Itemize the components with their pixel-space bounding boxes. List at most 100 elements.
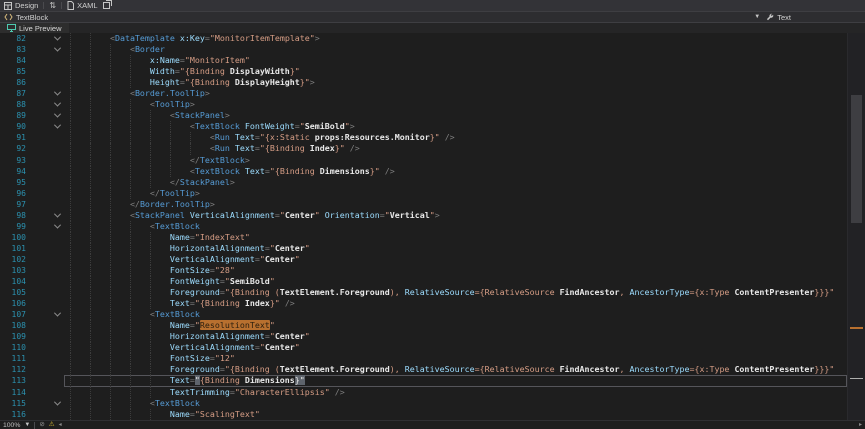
code-line-text[interactable]: FontSize="28" (64, 265, 847, 276)
code-line-text[interactable]: <TextBlock (64, 221, 847, 232)
code-line[interactable]: 94 <TextBlock Text="{Binding Dimensions}"… (0, 166, 847, 177)
code-line[interactable]: 86Height="{Binding DisplayHeight}"> (0, 77, 847, 88)
code-line-text[interactable]: FontWeight="SemiBold" (64, 276, 847, 287)
line-number[interactable]: 112 (0, 364, 28, 375)
code-line[interactable]: 100 Name="IndexText" (0, 232, 847, 243)
breakpoint-margin[interactable] (28, 143, 50, 154)
code-line[interactable]: 93</TextBlock> (0, 155, 847, 166)
breakpoint-margin[interactable] (28, 210, 50, 221)
line-number[interactable]: 100 (0, 232, 28, 243)
breakpoint-margin[interactable] (28, 66, 50, 77)
line-number[interactable]: 92 (0, 143, 28, 154)
code-line[interactable]: 101HorizontalAlignment="Center" (0, 243, 847, 254)
breakpoint-margin[interactable] (28, 99, 50, 110)
breakpoint-margin[interactable] (28, 155, 50, 166)
line-number[interactable]: 113 (0, 375, 28, 386)
code-line[interactable]: 92 <Run Text="{Binding Index}" /> (0, 143, 847, 154)
code-line[interactable]: 84 x:Name="MonitorItem" (0, 55, 847, 66)
fold-chevron-icon[interactable] (50, 121, 64, 132)
breakpoint-margin[interactable] (28, 132, 50, 143)
line-number[interactable]: 110 (0, 342, 28, 353)
code-line-text[interactable]: x:Name="MonitorItem" (64, 55, 847, 66)
live-preview-tab[interactable]: Live Preview (0, 23, 69, 33)
code-line[interactable]: 95</StackPanel> (0, 177, 847, 188)
breakpoint-margin[interactable] (28, 353, 50, 364)
code-line-text[interactable]: <DataTemplate x:Key="MonitorItemTemplate… (64, 33, 847, 44)
code-line-text[interactable]: <Run Text="{Binding Index}" /> (64, 143, 847, 154)
breakpoint-margin[interactable] (28, 398, 50, 409)
fold-chevron-icon[interactable] (50, 110, 64, 121)
code-line-text[interactable]: Name="ScalingText" (64, 409, 847, 420)
line-number[interactable]: 108 (0, 320, 28, 331)
pop-out-button[interactable] (103, 0, 112, 11)
line-number[interactable]: 116 (0, 409, 28, 420)
code-line-text[interactable]: <StackPanel VerticalAlignment="Center" O… (64, 210, 847, 221)
code-line[interactable]: 112 Foreground="{Binding (TextElement.For… (0, 364, 847, 375)
line-number[interactable]: 89 (0, 110, 28, 121)
breakpoint-margin[interactable] (28, 33, 50, 44)
code-line-text[interactable]: <TextBlock (64, 309, 847, 320)
breakpoint-margin[interactable] (28, 409, 50, 420)
code-line[interactable]: 88 <ToolTip> (0, 99, 847, 110)
line-number[interactable]: 99 (0, 221, 28, 232)
chevron-down-icon[interactable]: ▼ (754, 14, 760, 20)
breakpoint-margin[interactable] (28, 110, 50, 121)
zoom-chevron-icon[interactable]: ▼ (24, 422, 30, 428)
code-line[interactable]: 89<StackPanel> (0, 110, 847, 121)
scroll-left-icon[interactable]: ◂ (59, 422, 62, 428)
line-number[interactable]: 98 (0, 210, 28, 221)
breakpoint-margin[interactable] (28, 298, 50, 309)
code-line[interactable]: 115<TextBlock (0, 398, 847, 409)
code-line-text[interactable]: <TextBlock FontWeight="SemiBold"> (64, 121, 847, 132)
code-line-text[interactable]: <Border (64, 44, 847, 55)
scrollbar-thumb[interactable] (851, 95, 862, 223)
code-line[interactable]: 91<Run Text="{x:Static props:Resources.M… (0, 132, 847, 143)
code-line-text[interactable]: Name="IndexText" (64, 232, 847, 243)
design-tab[interactable]: Design (4, 1, 38, 10)
code-line-text[interactable]: Name="ResolutionText" (64, 320, 847, 331)
code-line[interactable]: 114 TextTrimming="CharacterEllipsis" /> (0, 387, 847, 398)
breakpoint-margin[interactable] (28, 331, 50, 342)
code-line-text[interactable]: TextTrimming="CharacterEllipsis" /> (64, 387, 847, 398)
code-line[interactable]: 99 <TextBlock (0, 221, 847, 232)
line-number[interactable]: 114 (0, 387, 28, 398)
line-number[interactable]: 94 (0, 166, 28, 177)
breakpoint-margin[interactable] (28, 387, 50, 398)
line-number[interactable]: 88 (0, 99, 28, 110)
code-lines[interactable]: 82<DataTemplate x:Key="MonitorItemTempla… (0, 33, 847, 420)
code-line-text[interactable]: <Border.ToolTip> (64, 88, 847, 99)
line-number[interactable]: 105 (0, 287, 28, 298)
fold-chevron-icon[interactable] (50, 88, 64, 99)
line-number[interactable]: 106 (0, 298, 28, 309)
line-number[interactable]: 85 (0, 66, 28, 77)
fold-chevron-icon[interactable] (50, 33, 64, 44)
breakpoint-margin[interactable] (28, 77, 50, 88)
code-line[interactable]: 104FontWeight="SemiBold" (0, 276, 847, 287)
line-number[interactable]: 95 (0, 177, 28, 188)
element-breadcrumb[interactable]: TextBlock (4, 13, 48, 22)
line-number[interactable]: 93 (0, 155, 28, 166)
breakpoint-margin[interactable] (28, 364, 50, 375)
fold-chevron-icon[interactable] (50, 398, 64, 409)
breakpoint-margin[interactable] (28, 199, 50, 210)
code-line-text[interactable]: </Border.ToolTip> (64, 199, 847, 210)
code-line-text[interactable]: <TextBlock Text="{Binding Dimensions}" /… (64, 166, 847, 177)
breakpoint-margin[interactable] (28, 177, 50, 188)
code-line-text[interactable]: HorizontalAlignment="Center" (64, 243, 847, 254)
property-breadcrumb[interactable]: Text (766, 13, 791, 22)
breakpoint-margin[interactable] (28, 320, 50, 331)
code-line-text[interactable]: <TextBlock (64, 398, 847, 409)
breakpoint-margin[interactable] (28, 254, 50, 265)
code-line-text[interactable]: </ToolTip> (64, 188, 847, 199)
line-number[interactable]: 84 (0, 55, 28, 66)
fold-chevron-icon[interactable] (50, 309, 64, 320)
line-number[interactable]: 91 (0, 132, 28, 143)
code-line-text[interactable]: Foreground="{Binding (TextElement.Foregr… (64, 364, 847, 375)
breakpoint-margin[interactable] (28, 243, 50, 254)
code-line-text[interactable]: <ToolTip> (64, 99, 847, 110)
breakpoint-margin[interactable] (28, 375, 50, 386)
code-line[interactable]: 83 <Border (0, 44, 847, 55)
fold-chevron-icon[interactable] (50, 221, 64, 232)
line-number[interactable]: 83 (0, 44, 28, 55)
fold-chevron-icon[interactable] (50, 44, 64, 55)
